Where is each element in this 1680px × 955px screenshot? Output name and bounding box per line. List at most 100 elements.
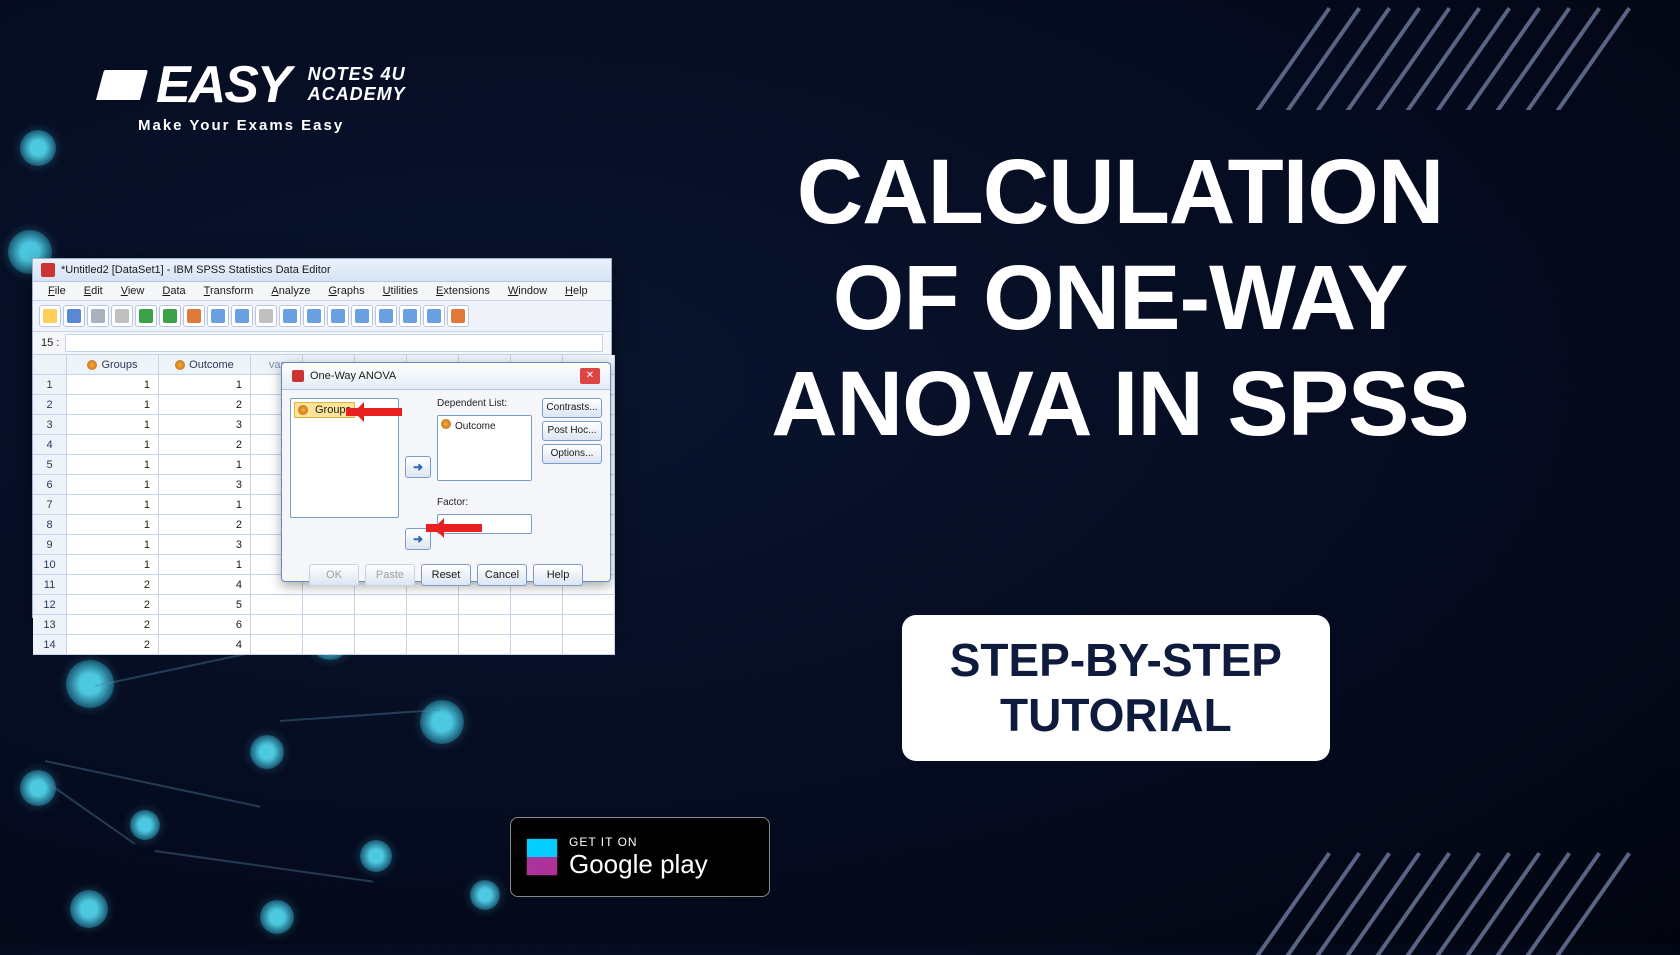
row-header[interactable]: 14 [33,635,67,655]
print-icon[interactable] [87,305,109,327]
menu-edit[interactable]: Edit [75,282,112,300]
menu-help[interactable]: Help [556,282,597,300]
menu-window[interactable]: Window [499,282,556,300]
spellcheck-icon[interactable] [447,305,469,327]
cell-groups[interactable]: 2 [67,595,159,615]
help-button[interactable]: Help [533,564,583,586]
cell-outcome[interactable]: 1 [159,555,251,575]
menu-view[interactable]: View [112,282,154,300]
reset-button[interactable]: Reset [421,564,471,586]
weight-icon[interactable] [351,305,373,327]
cell-outcome[interactable]: 1 [159,375,251,395]
empty-cell[interactable] [251,635,303,655]
cell-value-input[interactable] [65,334,603,352]
row-header[interactable]: 13 [33,615,67,635]
row-header[interactable]: 5 [33,455,67,475]
empty-cell[interactable] [563,595,615,615]
menu-graphs[interactable]: Graphs [319,282,373,300]
cell-outcome[interactable]: 2 [159,435,251,455]
save-icon[interactable] [63,305,85,327]
menubar[interactable]: FileEditViewDataTransformAnalyzeGraphsUt… [33,282,611,301]
empty-cell[interactable] [407,595,459,615]
row-header[interactable]: 7 [33,495,67,515]
insert-var-icon[interactable] [303,305,325,327]
cell-groups[interactable]: 1 [67,375,159,395]
menu-transform[interactable]: Transform [195,282,263,300]
preview-icon[interactable] [111,305,133,327]
empty-cell[interactable] [251,615,303,635]
empty-cell[interactable] [355,615,407,635]
empty-cell[interactable] [563,635,615,655]
row-header[interactable]: 11 [33,575,67,595]
empty-cell[interactable] [303,615,355,635]
empty-cell[interactable] [511,595,563,615]
row-header[interactable]: 6 [33,475,67,495]
empty-cell[interactable] [407,635,459,655]
post-hoc-button[interactable]: Post Hoc... [542,421,602,441]
google-play-badge[interactable]: GET IT ON Google play [510,817,770,897]
dependent-item-outcome[interactable]: Outcome [441,421,496,432]
empty-cell[interactable] [303,595,355,615]
window-titlebar[interactable]: *Untitled2 [DataSet1] - IBM SPSS Statist… [33,259,611,282]
cell-outcome[interactable]: 1 [159,455,251,475]
menu-file[interactable]: File [39,282,75,300]
cell-outcome[interactable]: 4 [159,575,251,595]
cell-outcome[interactable]: 2 [159,395,251,415]
find-icon[interactable] [255,305,277,327]
menu-data[interactable]: Data [153,282,194,300]
empty-cell[interactable] [355,595,407,615]
corner-cell[interactable] [33,355,67,375]
open-icon[interactable] [39,305,61,327]
redo-icon[interactable] [159,305,181,327]
use-sets-icon[interactable] [423,305,445,327]
menu-analyze[interactable]: Analyze [262,282,319,300]
cancel-button[interactable]: Cancel [477,564,527,586]
move-to-dependent-button[interactable]: ➜ [405,456,431,478]
row-header[interactable]: 9 [33,535,67,555]
cell-outcome[interactable]: 2 [159,515,251,535]
cell-groups[interactable]: 1 [67,435,159,455]
column-header-groups[interactable]: Groups [67,355,159,375]
empty-cell[interactable] [511,615,563,635]
cell-groups[interactable]: 1 [67,515,159,535]
menu-extensions[interactable]: Extensions [427,282,499,300]
cell-groups[interactable]: 1 [67,455,159,475]
undo-icon[interactable] [135,305,157,327]
split-icon[interactable] [327,305,349,327]
dialog-titlebar[interactable]: One-Way ANOVA ✕ [282,363,610,390]
cell-groups[interactable]: 1 [67,535,159,555]
empty-cell[interactable] [459,615,511,635]
empty-cell[interactable] [251,595,303,615]
cell-groups[interactable]: 1 [67,475,159,495]
cell-groups[interactable]: 1 [67,415,159,435]
empty-cell[interactable] [459,595,511,615]
empty-cell[interactable] [303,635,355,655]
column-header-outcome[interactable]: Outcome [159,355,251,375]
options-button[interactable]: Options... [542,444,602,464]
cell-outcome[interactable]: 4 [159,635,251,655]
cell-groups[interactable]: 2 [67,575,159,595]
dependent-list[interactable]: Outcome [437,415,532,481]
empty-cell[interactable] [459,635,511,655]
row-header[interactable]: 1 [33,375,67,395]
cell-reference-bar[interactable]: 15 : [33,332,611,355]
value-labels-icon[interactable] [399,305,421,327]
empty-cell[interactable] [563,615,615,635]
empty-cell[interactable] [355,635,407,655]
empty-cell[interactable] [407,615,459,635]
row-header[interactable]: 12 [33,595,67,615]
cell-outcome[interactable]: 1 [159,495,251,515]
cell-groups[interactable]: 2 [67,615,159,635]
goto-icon[interactable] [207,305,229,327]
row-header[interactable]: 3 [33,415,67,435]
cell-outcome[interactable]: 3 [159,535,251,555]
cell-groups[interactable]: 1 [67,495,159,515]
row-header[interactable]: 4 [33,435,67,455]
cell-outcome[interactable]: 6 [159,615,251,635]
row-header[interactable]: 10 [33,555,67,575]
cell-groups[interactable]: 1 [67,395,159,415]
row-header[interactable]: 8 [33,515,67,535]
cell-outcome[interactable]: 5 [159,595,251,615]
select-icon[interactable] [375,305,397,327]
toolbar[interactable] [33,301,611,332]
